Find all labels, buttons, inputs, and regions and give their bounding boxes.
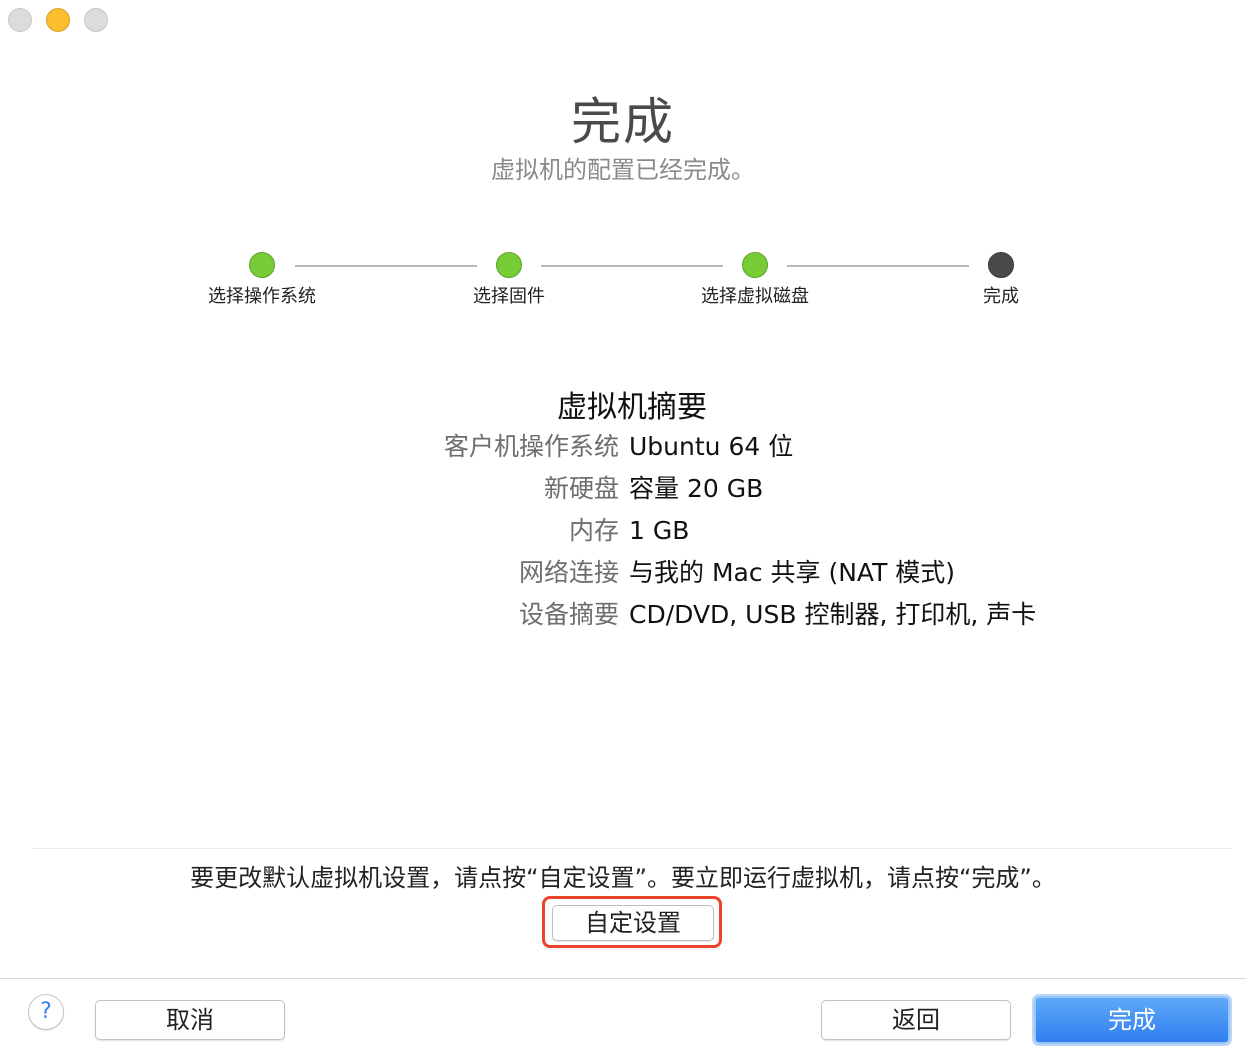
step-done-indicator <box>496 252 522 278</box>
step-label: 选择虚拟磁盘 <box>701 286 809 307</box>
page-subtitle: 虚拟机的配置已经完成。 <box>491 156 755 184</box>
zoom-window-button[interactable] <box>84 8 108 32</box>
minimize-window-button[interactable] <box>46 8 70 32</box>
summary-row-memory: 内存 1 GB <box>0 510 1246 552</box>
page-title: 完成 <box>571 93 675 151</box>
step-done-indicator <box>249 252 275 278</box>
section-divider <box>32 848 1232 849</box>
summary-value: 容量 20 GB <box>629 474 764 503</box>
customize-settings-button[interactable]: 自定设置 <box>552 905 714 941</box>
summary-value: Ubuntu 64 位 <box>629 432 794 461</box>
footer-divider <box>0 978 1246 979</box>
highlight-box: 自定设置 <box>542 896 722 948</box>
window-controls <box>8 8 108 32</box>
progress-steps: 选择操作系统 选择固件 选择虚拟磁盘 完成 <box>0 250 1246 310</box>
summary-key: 新硬盘 <box>543 474 619 503</box>
summary-row-network: 网络连接 与我的 Mac 共享 (NAT 模式) <box>0 552 1246 594</box>
close-window-button[interactable] <box>8 8 32 32</box>
summary-row-devices: 设备摘要 CD/DVD, USB 控制器, 打印机, 声卡 <box>0 594 1246 636</box>
question-icon: ? <box>40 999 52 1024</box>
back-button[interactable]: 返回 <box>821 1000 1011 1040</box>
step-label: 选择操作系统 <box>208 286 316 307</box>
summary-value: CD/DVD, USB 控制器, 打印机, 声卡 <box>629 600 1037 629</box>
step-select-os: 选择操作系统 <box>182 250 342 308</box>
finish-button[interactable]: 完成 <box>1034 996 1230 1044</box>
summary-key: 客户机操作系统 <box>443 432 619 461</box>
help-button[interactable]: ? <box>28 994 64 1030</box>
step-select-firmware: 选择固件 <box>429 250 589 308</box>
assistant-window: 完成 虚拟机的配置已经完成。 选择操作系统 选择固件 选择虚拟磁盘 完成 虚拟机… <box>0 0 1246 1054</box>
step-label: 选择固件 <box>473 286 545 307</box>
step-finish: 完成 <box>921 250 1081 308</box>
cancel-button[interactable]: 取消 <box>95 1000 285 1040</box>
summary-value: 1 GB <box>629 516 690 545</box>
summary-title: 虚拟机摘要 <box>557 390 707 425</box>
step-select-disk: 选择虚拟磁盘 <box>675 250 835 308</box>
summary-key: 内存 <box>568 516 619 545</box>
summary-key: 设备摘要 <box>518 600 619 629</box>
summary-key: 网络连接 <box>518 558 619 587</box>
step-label: 完成 <box>983 286 1019 307</box>
step-current-indicator <box>988 252 1014 278</box>
summary-row-guest-os: 客户机操作系统 Ubuntu 64 位 <box>0 426 1246 468</box>
summary-row-disk: 新硬盘 容量 20 GB <box>0 468 1246 510</box>
step-done-indicator <box>742 252 768 278</box>
customize-hint: 要更改默认虚拟机设置，请点按“自定设置”。要立即运行虚拟机，请点按“完成”。 <box>190 864 1056 892</box>
vm-summary: 客户机操作系统 Ubuntu 64 位 新硬盘 容量 20 GB 内存 1 GB… <box>0 426 1246 636</box>
summary-value: 与我的 Mac 共享 (NAT 模式) <box>629 558 956 587</box>
